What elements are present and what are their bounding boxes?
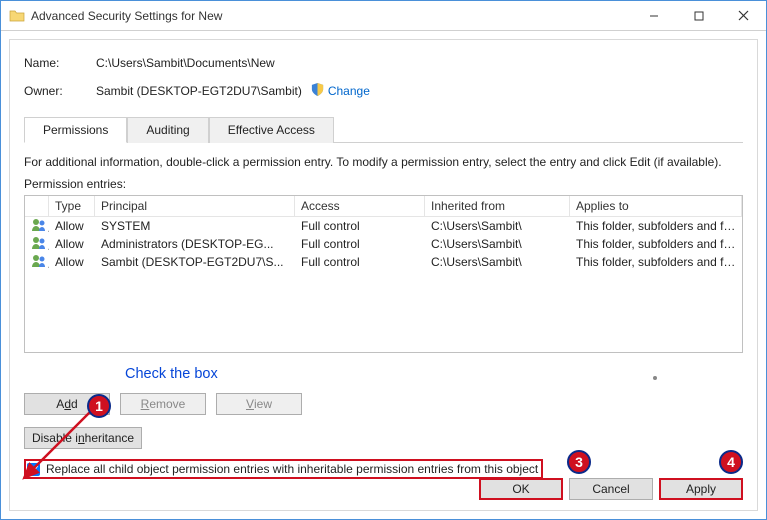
overflow-dot xyxy=(653,376,657,380)
annotation-text: Check the box xyxy=(125,366,218,382)
name-value: C:\Users\Sambit\Documents\New xyxy=(96,56,275,70)
header-inherited[interactable]: Inherited from xyxy=(425,196,570,216)
header-type[interactable]: Type xyxy=(49,196,95,216)
header-principal[interactable]: Principal xyxy=(95,196,295,216)
table-row[interactable]: AllowAdministrators (DESKTOP-EG...Full c… xyxy=(25,235,742,253)
replace-children-checkbox[interactable] xyxy=(27,463,40,476)
window-frame: Advanced Security Settings for New Name:… xyxy=(0,0,767,520)
content-panel: Name: C:\Users\Sambit\Documents\New Owne… xyxy=(9,39,758,511)
folder-icon xyxy=(9,8,25,24)
entries-label: Permission entries: xyxy=(24,177,743,191)
table-header: Type Principal Access Inherited from App… xyxy=(25,196,742,217)
apply-button[interactable]: Apply xyxy=(659,478,743,500)
annotation-badge-4: 4 xyxy=(719,450,743,474)
name-label: Name: xyxy=(24,56,96,70)
remove-button: Remove xyxy=(120,393,206,415)
ok-button[interactable]: OK xyxy=(479,478,563,500)
view-button: View xyxy=(216,393,302,415)
owner-value: Sambit (DESKTOP-EGT2DU7\Sambit) xyxy=(96,84,302,98)
tab-permissions[interactable]: Permissions xyxy=(24,117,127,143)
disable-inheritance-button[interactable]: Disable inheritance xyxy=(24,427,142,449)
replace-children-checkbox-row[interactable]: Replace all child object permission entr… xyxy=(24,459,543,479)
description-text: For additional information, double-click… xyxy=(24,155,743,169)
header-access[interactable]: Access xyxy=(295,196,425,216)
annotation-badge-1: 1 xyxy=(87,394,111,418)
tab-effective-access[interactable]: Effective Access xyxy=(209,117,334,143)
users-icon xyxy=(25,251,49,274)
replace-children-label: Replace all child object permission entr… xyxy=(46,462,538,476)
header-applies[interactable]: Applies to xyxy=(570,196,742,216)
close-button[interactable] xyxy=(721,1,766,30)
tab-auditing[interactable]: Auditing xyxy=(127,117,208,143)
titlebar: Advanced Security Settings for New xyxy=(1,1,766,31)
table-row[interactable]: AllowSambit (DESKTOP-EGT2DU7\S...Full co… xyxy=(25,253,742,271)
minimize-button[interactable] xyxy=(631,1,676,30)
tab-strip: Permissions Auditing Effective Access xyxy=(24,116,743,143)
shield-icon xyxy=(310,82,325,100)
window-title: Advanced Security Settings for New xyxy=(31,9,631,23)
cancel-button[interactable]: Cancel xyxy=(569,478,653,500)
change-owner-link[interactable]: Change xyxy=(328,84,370,98)
table-row[interactable]: AllowSYSTEMFull controlC:\Users\Sambit\T… xyxy=(25,217,742,235)
permission-table: Type Principal Access Inherited from App… xyxy=(24,195,743,353)
maximize-button[interactable] xyxy=(676,1,721,30)
owner-label: Owner: xyxy=(24,84,96,98)
annotation-badge-3: 3 xyxy=(567,450,591,474)
